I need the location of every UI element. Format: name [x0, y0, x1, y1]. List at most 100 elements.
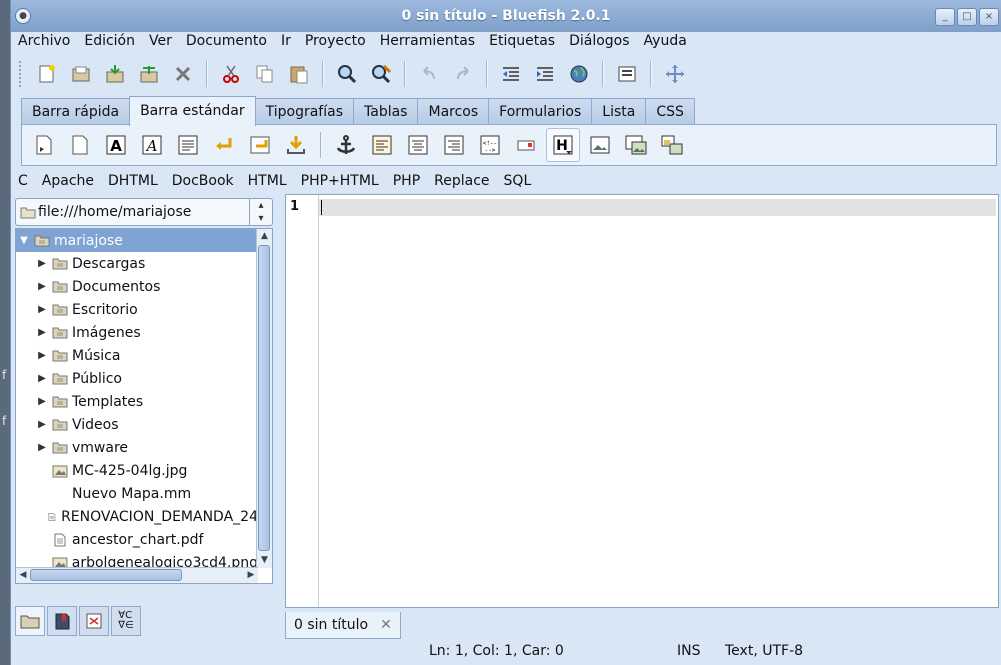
quickbar-sql[interactable]: SQL: [497, 170, 539, 192]
document-tab[interactable]: 0 sin título ✕: [285, 612, 401, 639]
right-justify-button[interactable]: [438, 129, 470, 161]
redo-button[interactable]: [448, 59, 478, 89]
maximize-button[interactable]: □: [957, 8, 977, 26]
filebrowser-tab[interactable]: [15, 606, 45, 636]
tab-tablas[interactable]: Tablas: [353, 98, 419, 125]
tree-folder-row[interactable]: ▶ Descargas: [16, 252, 258, 275]
undo-button[interactable]: [414, 59, 444, 89]
collapsed-triangle-icon[interactable]: ▶: [36, 419, 48, 430]
quickbar-replace[interactable]: Replace: [427, 170, 496, 192]
quickbar-php-html[interactable]: PHP+HTML: [294, 170, 386, 192]
find-button[interactable]: [332, 59, 362, 89]
menu-edicion[interactable]: Edición: [77, 32, 142, 52]
tab-css[interactable]: CSS: [645, 98, 695, 125]
tree-horizontal-scrollbar[interactable]: ◀ ▶: [16, 567, 258, 583]
tree-vertical-scrollbar[interactable]: ▲ ▼: [256, 229, 272, 568]
combo-arrows-icon[interactable]: ▴ ▾: [249, 199, 272, 225]
menu-herramientas[interactable]: Herramientas: [373, 32, 482, 52]
scroll-down-arrow-icon[interactable]: ▼: [257, 553, 272, 568]
collapsed-triangle-icon[interactable]: ▶: [36, 281, 48, 292]
scroll-left-arrow-icon[interactable]: ◀: [16, 568, 30, 583]
collapsed-triangle-icon[interactable]: ▶: [36, 258, 48, 269]
tab-barra-rapida[interactable]: Barra rápida: [21, 98, 131, 125]
collapsed-triangle-icon[interactable]: ▶: [36, 327, 48, 338]
tree-file-row[interactable]: ancestor_chart.pdf: [16, 528, 258, 551]
anchor-button[interactable]: [330, 129, 362, 161]
tab-tipografias[interactable]: Tipografías: [254, 98, 355, 125]
tree-folder-row[interactable]: ▼ mariajose: [16, 229, 258, 252]
preview-browser-button[interactable]: [564, 59, 594, 89]
save-as-button[interactable]: [134, 59, 164, 89]
tab-formularios[interactable]: Formularios: [488, 98, 593, 125]
paste-button[interactable]: [284, 59, 314, 89]
menu-archivo[interactable]: Archivo: [11, 32, 77, 52]
cut-button[interactable]: [216, 59, 246, 89]
menu-etiquetas[interactable]: Etiquetas: [482, 32, 562, 52]
replace-button[interactable]: [366, 59, 396, 89]
functions-tab[interactable]: [79, 606, 109, 636]
scroll-thumb[interactable]: [30, 569, 182, 581]
break-clear-button[interactable]: [244, 129, 276, 161]
save-button[interactable]: [100, 59, 130, 89]
bold-button[interactable]: A: [100, 129, 132, 161]
tree-folder-row[interactable]: ▶ Escritorio: [16, 298, 258, 321]
tab-lista[interactable]: Lista: [591, 98, 647, 125]
text-editor[interactable]: 1: [285, 194, 999, 608]
scroll-right-arrow-icon[interactable]: ▶: [244, 568, 258, 583]
tree-folder-row[interactable]: ▶ Templates: [16, 390, 258, 413]
indent-button[interactable]: [530, 59, 560, 89]
collapsed-triangle-icon[interactable]: ▶: [36, 350, 48, 361]
heading-button[interactable]: H: [546, 128, 580, 162]
quickbar-html[interactable]: HTML: [241, 170, 294, 192]
expanded-triangle-icon[interactable]: ▼: [18, 235, 30, 246]
toolbar-grip[interactable]: [19, 61, 24, 87]
menu-proyecto[interactable]: Proyecto: [298, 32, 373, 52]
encoding-status[interactable]: Text, UTF-8: [725, 643, 803, 659]
quickstart-button[interactable]: [28, 129, 60, 161]
insert-mode[interactable]: INS: [677, 643, 701, 659]
fullscreen-button[interactable]: [660, 59, 690, 89]
path-combobox[interactable]: file:///home/mariajose ▴ ▾: [15, 198, 273, 226]
quickbar-dhtml[interactable]: DHTML: [101, 170, 165, 192]
collapsed-triangle-icon[interactable]: ▶: [36, 442, 48, 453]
collapsed-triangle-icon[interactable]: ▶: [36, 304, 48, 315]
rule-button[interactable]: [366, 129, 398, 161]
menu-ver[interactable]: Ver: [142, 32, 179, 52]
menu-ayuda[interactable]: Ayuda: [637, 32, 694, 52]
charmap-tab[interactable]: ∀C ∇∈: [111, 606, 141, 636]
quickbar-php[interactable]: PHP: [386, 170, 427, 192]
quickbar-docbook[interactable]: DocBook: [165, 170, 241, 192]
scroll-thumb[interactable]: [258, 245, 270, 551]
unindent-button[interactable]: [496, 59, 526, 89]
comment-button[interactable]: <!-- -->: [474, 129, 506, 161]
tree-folder-row[interactable]: ▶ Documentos: [16, 275, 258, 298]
tree-file-row[interactable]: Nuevo Mapa.mm: [16, 482, 258, 505]
tab-barra-estandar[interactable]: Barra estándar: [129, 96, 256, 126]
italic-button[interactable]: A: [136, 129, 168, 161]
menu-ir[interactable]: Ir: [274, 32, 298, 52]
quickbar-apache[interactable]: Apache: [35, 170, 101, 192]
menu-dialogos[interactable]: Diálogos: [562, 32, 636, 52]
thumbnail-button[interactable]: [620, 129, 652, 161]
tree-file-row[interactable]: RENOVACION_DEMANDA_24: [16, 505, 258, 528]
body-button[interactable]: [64, 129, 96, 161]
tab-marcos[interactable]: Marcos: [417, 98, 490, 125]
break-button[interactable]: [208, 129, 240, 161]
open-file-button[interactable]: [66, 59, 96, 89]
close-window-button[interactable]: ×: [979, 8, 999, 26]
tree-folder-row[interactable]: ▶ Videos: [16, 413, 258, 436]
tree-folder-row[interactable]: ▶ Imágenes: [16, 321, 258, 344]
collapsed-triangle-icon[interactable]: ▶: [36, 373, 48, 384]
title-bar[interactable]: ● 0 sin título - Bluefish 2.0.1 _ □ ×: [11, 0, 1001, 33]
bookmarks-tab[interactable]: [47, 606, 77, 636]
tree-folder-row[interactable]: ▶ Música: [16, 344, 258, 367]
tree-folder-row[interactable]: ▶ Público: [16, 367, 258, 390]
image-button[interactable]: [584, 129, 616, 161]
tree-folder-row[interactable]: ▶ vmware: [16, 436, 258, 459]
scroll-up-arrow-icon[interactable]: ▲: [257, 229, 272, 244]
close-tab-icon[interactable]: ✕: [380, 617, 392, 633]
email-button[interactable]: [510, 129, 542, 161]
copy-button[interactable]: [250, 59, 280, 89]
minimize-button[interactable]: _: [935, 8, 955, 26]
new-file-button[interactable]: [32, 59, 62, 89]
